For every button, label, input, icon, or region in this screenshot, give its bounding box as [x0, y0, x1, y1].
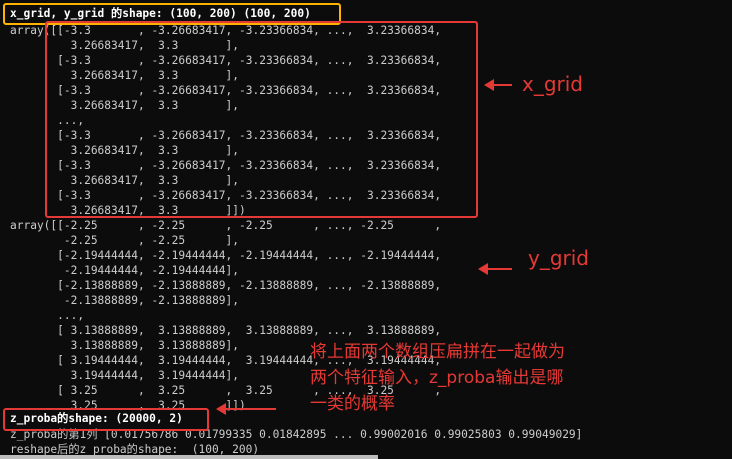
- explanation-note-line-3: 一类的概率: [310, 394, 395, 414]
- console-line: -2.19444444, -2.19444444],: [10, 264, 240, 277]
- x-grid-highlight-box: [45, 21, 478, 218]
- y-grid-annotation: y_grid: [528, 246, 590, 270]
- console-line: -2.13888889, -2.13888889],: [10, 294, 240, 307]
- z-proba-shape-highlight-box: [3, 408, 209, 431]
- console-line: ...,: [10, 309, 85, 322]
- window-edge-strip: [0, 455, 378, 459]
- console-line: array([[-2.25 , -2.25 , -2.25 , ..., -2.…: [10, 219, 442, 232]
- console-line: 3.19444444, 3.19444444],: [10, 369, 240, 382]
- console-line: [-2.19444444, -2.19444444, -2.19444444, …: [10, 249, 442, 262]
- explanation-note-line-2: 两个特征输入，z_proba输出是哪: [310, 368, 564, 388]
- explanation-note-line-1: 将上面两个数组压扁拼在一起做为: [310, 342, 565, 362]
- console-line: 3.13888889, 3.13888889],: [10, 339, 240, 352]
- z-proba-arrow-icon: [216, 403, 276, 415]
- x-grid-annotation: x_grid: [522, 72, 584, 96]
- y-grid-arrow-icon: [478, 263, 512, 275]
- console-line: [-2.13888889, -2.13888889, -2.13888889, …: [10, 279, 442, 292]
- x-grid-arrow-icon: [484, 79, 512, 91]
- console-line: [ 3.13888889, 3.13888889, 3.13888889, ..…: [10, 324, 442, 337]
- console-line: -2.25 , -2.25 ],: [10, 234, 240, 247]
